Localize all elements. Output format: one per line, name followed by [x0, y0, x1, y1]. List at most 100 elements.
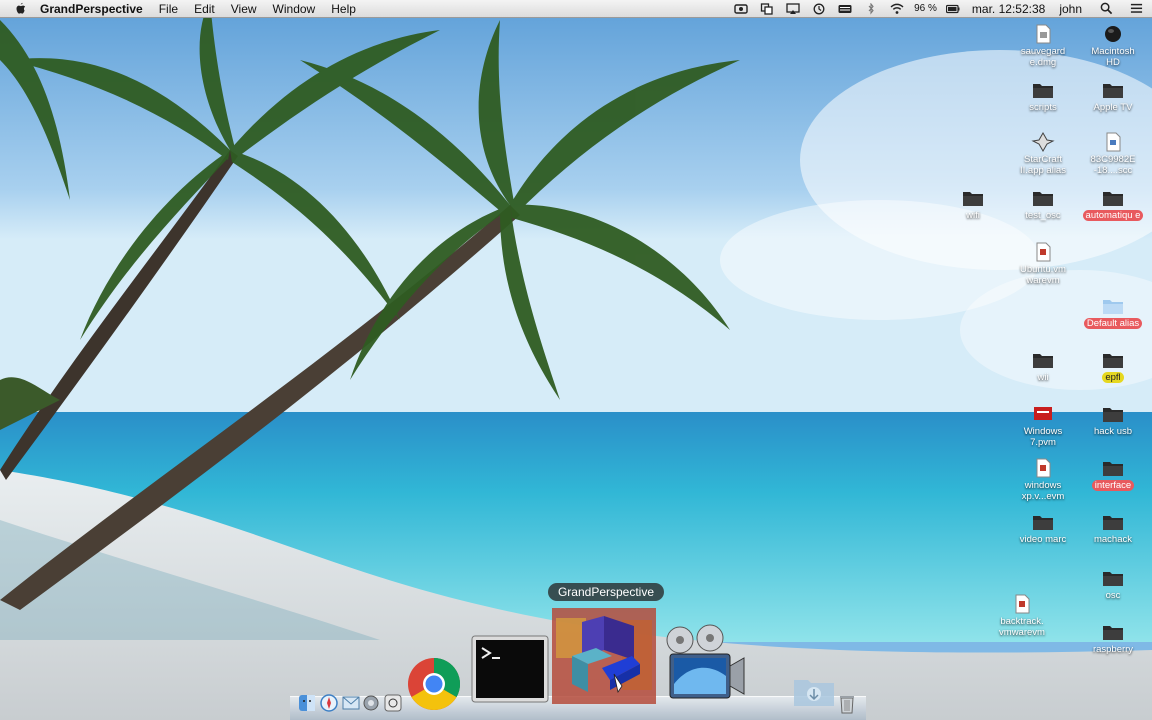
menu-app-name[interactable]: GrandPerspective: [40, 2, 143, 16]
desktop-icon-label: sauvegard e.dmg: [1020, 46, 1066, 68]
folder-icon: [1033, 516, 1053, 530]
folder-icon: [1103, 192, 1123, 206]
desktop-icon-label: machack: [1093, 534, 1132, 545]
finder-icon[interactable]: [298, 694, 316, 712]
mail-icon[interactable]: [342, 694, 360, 712]
status-area: 96 % mar. 12:52:38 john: [728, 0, 1152, 18]
desktop-icon-video-marc[interactable]: video marc: [1008, 512, 1078, 545]
folder-icon: [1103, 354, 1123, 368]
folder-alias-icon: [1103, 300, 1123, 314]
desktop-icon-ubuntu-vm[interactable]: Ubuntu.vm warevm: [1008, 242, 1078, 286]
desktop-icon-label: wii: [1037, 372, 1049, 383]
disk-image-icon: [1036, 24, 1051, 44]
battery-percentage: 96 %: [914, 3, 937, 14]
safari-icon[interactable]: [320, 694, 338, 712]
terminal-icon[interactable]: [470, 634, 550, 704]
folder-icon: [1103, 626, 1123, 640]
desktop-icon-label: epfl: [1102, 372, 1124, 383]
apple-menu-icon[interactable]: [14, 2, 28, 16]
desktop-icon-machack[interactable]: machack: [1078, 512, 1148, 545]
desktop-icon-label: test_osc: [1025, 210, 1061, 221]
menu-clock[interactable]: mar. 12:52:38: [972, 2, 1045, 16]
desktop-icon-label: raspberry: [1092, 644, 1134, 655]
desktop-icon-scripts[interactable]: scripts: [1008, 80, 1078, 113]
folder-icon: [963, 192, 983, 206]
desktop-icon-label: backtrack. vmwarevm: [999, 616, 1045, 638]
bluetooth-icon[interactable]: [864, 2, 878, 15]
menu-help[interactable]: Help: [331, 2, 356, 16]
wifi-icon[interactable]: [890, 3, 904, 15]
folder-icon: [1103, 84, 1123, 98]
desktop-icon-wii[interactable]: wii: [1008, 350, 1078, 383]
desktop-icon-label: Ubuntu.vm warevm: [1020, 264, 1066, 286]
folder-icon: [1033, 84, 1053, 98]
battery-icon[interactable]: [945, 3, 960, 15]
desktop-icon-wifi[interactable]: wifi: [938, 188, 1008, 221]
desktop-icon-label: windows xp.v...evm: [1021, 480, 1065, 502]
desktop-icon-label: Apple TV: [1093, 102, 1133, 113]
hard-disk-icon: [1105, 26, 1121, 42]
folder-icon: [1103, 462, 1123, 476]
desktop-icon-hack-usb[interactable]: hack usb: [1078, 404, 1148, 437]
desktop-icon-label: automatiqu e: [1082, 210, 1144, 221]
desktop-icon-sauvegarde[interactable]: sauvegard e.dmg: [1008, 24, 1078, 68]
desktop-icon-raspberry[interactable]: raspberry: [1078, 622, 1148, 655]
screen-record-icon[interactable]: [734, 3, 748, 15]
app-alias-icon: [1031, 132, 1055, 152]
desktop-icon-starcraft[interactable]: StarCraft II.app alias: [1008, 132, 1078, 176]
dock-tooltip: GrandPerspective: [548, 583, 664, 601]
downloads-stack-icon[interactable]: [792, 674, 836, 708]
desktop-icon-epfl[interactable]: epfl: [1078, 350, 1148, 383]
folder-icon: [1033, 192, 1053, 206]
menu-bar: GrandPerspective File Edit View Window H…: [0, 0, 1152, 18]
desktop-icon-backtrack[interactable]: backtrack. vmwarevm: [987, 594, 1057, 638]
spotlight-search-icon[interactable]: [1100, 2, 1114, 16]
desktop-icon-macintosh-hd[interactable]: Macintosh HD: [1078, 24, 1148, 68]
imovie-icon[interactable]: [660, 624, 750, 704]
desktop-icon-apple-tv[interactable]: Apple TV: [1078, 80, 1148, 113]
vm-icon: [1015, 594, 1030, 614]
folder-icon: [1103, 408, 1123, 422]
folder-icon: [1103, 516, 1123, 530]
desktop-icon-label: hack usb: [1093, 426, 1133, 437]
menu-edit[interactable]: Edit: [194, 2, 215, 16]
desktop-icon-label: Default alias: [1083, 318, 1143, 329]
airplay-icon[interactable]: [786, 2, 800, 15]
desktop-icon-osc[interactable]: osc: [1078, 568, 1148, 601]
keyboard-icon[interactable]: [838, 3, 852, 15]
folder-icon: [1033, 354, 1053, 368]
desktop-icon-interface[interactable]: interface: [1078, 458, 1148, 491]
time-machine-icon[interactable]: [812, 3, 826, 15]
desktop-icon-label: Macintosh HD: [1091, 46, 1135, 68]
parallels-vm-icon: [1034, 407, 1052, 420]
desktop-icon-label: StarCraft II.app alias: [1020, 154, 1066, 176]
copy-icon[interactable]: [760, 2, 774, 15]
desktop-icon-automatique[interactable]: automatiqu e: [1078, 188, 1148, 221]
desktop-icon-default-alias[interactable]: Default alias: [1078, 296, 1148, 329]
desktop-icon-label: scripts: [1029, 102, 1057, 113]
menu-file[interactable]: File: [159, 2, 178, 16]
menu-window[interactable]: Window: [273, 2, 316, 16]
notification-center-icon[interactable]: [1130, 2, 1144, 16]
desktop-icon-windows-xp[interactable]: windows xp.v...evm: [1008, 458, 1078, 502]
desktop-icon-label: interface: [1091, 480, 1135, 491]
desktop-icon-label: Windows 7.pvm: [1023, 426, 1063, 448]
system-preferences-icon[interactable]: [362, 694, 380, 712]
desktop-icon-label: osc: [1105, 590, 1121, 601]
desktop-icon-label: 83C9982E -18....scc: [1090, 154, 1136, 176]
menu-user[interactable]: john: [1059, 2, 1082, 16]
chrome-icon[interactable]: [406, 656, 462, 712]
desktop-icon-test-osc[interactable]: test_osc: [1008, 188, 1078, 221]
folder-icon: [1103, 572, 1123, 586]
desktop-icon-83c9982e[interactable]: 83C9982E -18....scc: [1078, 132, 1148, 176]
menu-view[interactable]: View: [231, 2, 257, 16]
vm-icon: [1036, 458, 1051, 478]
desktop-icon-label: wifi: [966, 210, 980, 221]
desktop-icon-windows7[interactable]: Windows 7.pvm: [1008, 404, 1078, 448]
desktop-icon-label: video marc: [1019, 534, 1067, 545]
dock-app-icon[interactable]: [384, 694, 402, 712]
grandperspective-icon[interactable]: [552, 608, 656, 704]
trash-icon[interactable]: [838, 694, 856, 714]
vm-icon: [1036, 242, 1051, 262]
document-icon: [1106, 132, 1121, 152]
